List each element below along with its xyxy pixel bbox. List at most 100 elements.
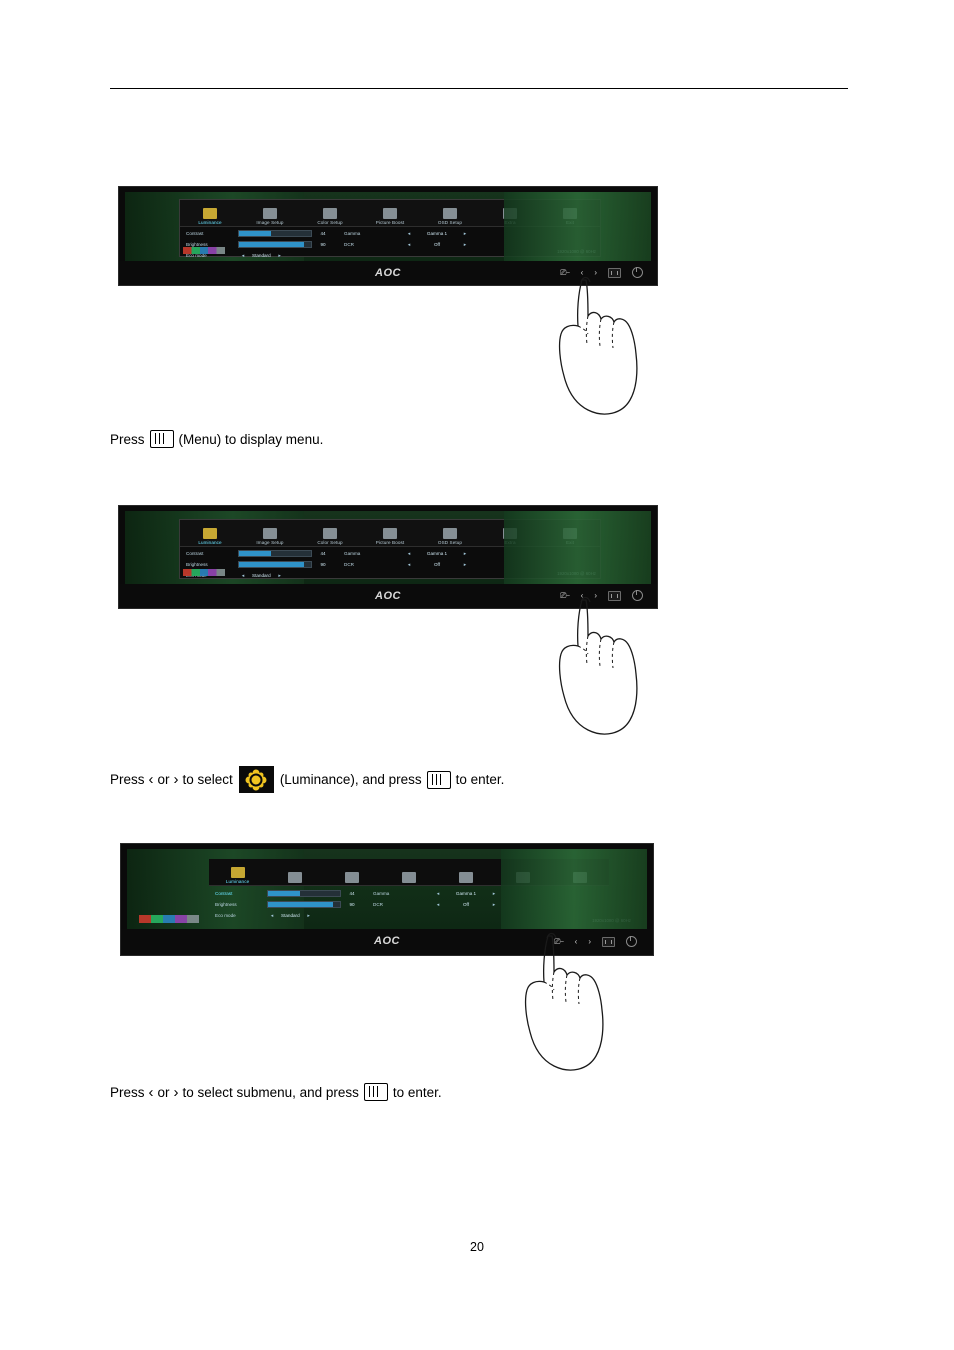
chevron-right-icon[interactable]: ▸	[275, 253, 285, 259]
osd-tab-label: Extra	[504, 220, 516, 225]
osd-tab-label: OSD Setup	[437, 540, 463, 545]
osd-row-label: Gamma	[373, 891, 390, 896]
contrast-slider[interactable]	[238, 550, 312, 557]
chevron-right-icon[interactable]: ▸	[489, 902, 499, 908]
osd-tab-image-setup[interactable]	[266, 859, 323, 885]
osd-row-option: Gamma 1	[426, 551, 448, 556]
caption-figure-2: Press ‹ or › to select (Luminance), and …	[110, 766, 504, 793]
chevron-left-icon[interactable]: ◂	[404, 551, 414, 557]
osd-resolution: 1920x1080 @ 60Hz	[592, 918, 631, 923]
osd-tab-color-setup[interactable]	[323, 859, 380, 885]
brightness-icon	[203, 528, 217, 539]
eco-mode-selector[interactable]: ◂ Standard ▸	[238, 573, 285, 579]
chevron-left-icon: ‹	[148, 771, 154, 788]
osd-row-option: Gamma 1	[426, 231, 448, 236]
osd-row-contrast: Contrast 44 Gamma ◂ Gamma 1 ▸	[186, 549, 594, 558]
osd-tab-label: Picture Boost	[375, 540, 405, 545]
chevron-left-icon[interactable]: ◂	[404, 562, 414, 568]
caption-figure-3: Press ‹ or › to select submenu, and pres…	[110, 1083, 442, 1101]
chevron-right-icon[interactable]: ▸	[460, 551, 470, 557]
osd-menu: Luminance Image Setup Color Setup Pictur…	[179, 199, 601, 259]
image-setup-icon	[263, 528, 277, 539]
brightness-slider[interactable]	[267, 901, 341, 908]
osd-row-label: Brightness	[215, 902, 237, 907]
osd-row-label: Brightness	[186, 562, 208, 567]
image-setup-icon	[287, 872, 302, 883]
osd-tab-picture-boost[interactable]: Picture Boost	[360, 520, 420, 546]
exit-icon	[563, 208, 577, 219]
osd-resolution: 1920x1080 @ 60Hz	[557, 249, 596, 254]
osd-row-contrast: Contrast 44 Gamma ◂ Gamma 1 ▸	[215, 889, 603, 898]
osd-tab-label: Extra	[504, 540, 516, 545]
osd-tab-osd-setup[interactable]: OSD Setup	[420, 200, 480, 226]
osd-tab-bar: Luminance Image Setup Color Setup Pictur…	[180, 200, 600, 227]
chevron-right-icon: ›	[173, 771, 179, 788]
osd-tab-extra[interactable]: Extra	[480, 200, 540, 226]
contrast-slider[interactable]	[238, 230, 312, 237]
osd-tab-image-setup[interactable]: Image Setup	[240, 200, 300, 226]
osd-tab-picture-boost[interactable]	[380, 859, 437, 885]
caption-text: to enter.	[392, 1084, 442, 1100]
chevron-right-icon[interactable]: ▸	[489, 891, 499, 897]
brightness-icon	[203, 208, 217, 219]
osd-row-label: Contrast	[186, 231, 204, 236]
document-page: Luminance Image Setup Color Setup Pictur…	[0, 0, 954, 1350]
monitor-figure-1: Luminance Image Setup Color Setup Pictur…	[118, 186, 658, 286]
osd-row-label: Contrast	[215, 891, 233, 896]
caption-text: Press	[110, 1084, 145, 1100]
chevron-left-icon[interactable]: ◂	[238, 253, 248, 259]
osd-tab-image-setup[interactable]: Image Setup	[240, 520, 300, 546]
brightness-slider[interactable]	[238, 561, 312, 568]
caption-figure-1: Press (Menu) to display menu.	[110, 430, 323, 448]
color-setup-icon	[344, 872, 359, 883]
chevron-left-icon[interactable]: ◂	[404, 231, 414, 237]
caption-text: or	[157, 772, 170, 787]
osd-tab-color-setup[interactable]: Color Setup	[300, 520, 360, 546]
chevron-left-icon: ‹	[148, 1083, 154, 1101]
chevron-left-icon[interactable]: ◂	[433, 902, 443, 908]
chevron-right-icon[interactable]: ▸	[304, 913, 314, 919]
osd-tab-color-setup[interactable]: Color Setup	[300, 200, 360, 226]
osd-tab-picture-boost[interactable]: Picture Boost	[360, 200, 420, 226]
osd-setup-icon	[443, 528, 457, 539]
exit-icon	[573, 872, 588, 883]
eco-mode-value: Standard	[252, 253, 271, 258]
eco-mode-value: Standard	[252, 573, 271, 578]
chevron-right-icon[interactable]: ▸	[460, 231, 470, 237]
chevron-right-icon[interactable]: ▸	[460, 242, 470, 248]
osd-tab-exit[interactable]	[552, 859, 609, 885]
osd-tab-extra[interactable]	[495, 859, 552, 885]
osd-tab-osd-setup[interactable]	[438, 859, 495, 885]
chevron-left-icon[interactable]: ◂	[404, 242, 414, 248]
osd-setup-icon	[459, 872, 474, 883]
brightness-slider[interactable]	[238, 241, 312, 248]
eco-mode-selector[interactable]: ◂ Standard ▸	[238, 253, 285, 259]
osd-body: Contrast 44 Gamma ◂ Gamma 1 ▸ Brightness…	[209, 885, 609, 921]
osd-submenu: Luminance Contrast 44 Gamma ◂ Gamma 1 ▸ …	[209, 859, 609, 921]
chevron-left-icon[interactable]: ◂	[433, 891, 443, 897]
eco-mode-selector[interactable]: ◂ Standard ▸	[267, 913, 314, 919]
pointing-hand-figure-1	[520, 272, 660, 432]
chevron-left-icon[interactable]: ◂	[238, 573, 248, 579]
osd-tab-exit[interactable]: Exit	[540, 520, 600, 546]
osd-row-label: Contrast	[186, 551, 204, 556]
osd-tab-luminance[interactable]: Luminance	[180, 520, 240, 546]
osd-row-eco-mode: Eco mode ◂ Standard ▸	[215, 911, 603, 920]
chevron-left-icon[interactable]: ◂	[267, 913, 277, 919]
brand-logo: AOC	[375, 590, 401, 602]
osd-row-value: 90	[349, 902, 355, 907]
osd-tab-luminance[interactable]: Luminance	[180, 200, 240, 226]
contrast-slider[interactable]	[267, 890, 341, 897]
chevron-right-icon[interactable]: ▸	[275, 573, 285, 579]
monitor-screen: Luminance Image Setup Color Setup Pictur…	[125, 511, 651, 584]
chevron-right-icon[interactable]: ▸	[460, 562, 470, 568]
osd-tab-extra[interactable]: Extra	[480, 520, 540, 546]
osd-tab-exit[interactable]: Exit	[540, 200, 600, 226]
osd-color-strip	[139, 915, 199, 923]
brand-logo: AOC	[375, 267, 401, 279]
caption-text: (Menu) to display menu.	[178, 431, 324, 447]
osd-row-label: Gamma	[344, 231, 361, 236]
osd-tab-luminance[interactable]: Luminance	[209, 859, 266, 885]
osd-menu: Luminance Image Setup Color Setup Pictur…	[179, 519, 601, 579]
osd-tab-osd-setup[interactable]: OSD Setup	[420, 520, 480, 546]
